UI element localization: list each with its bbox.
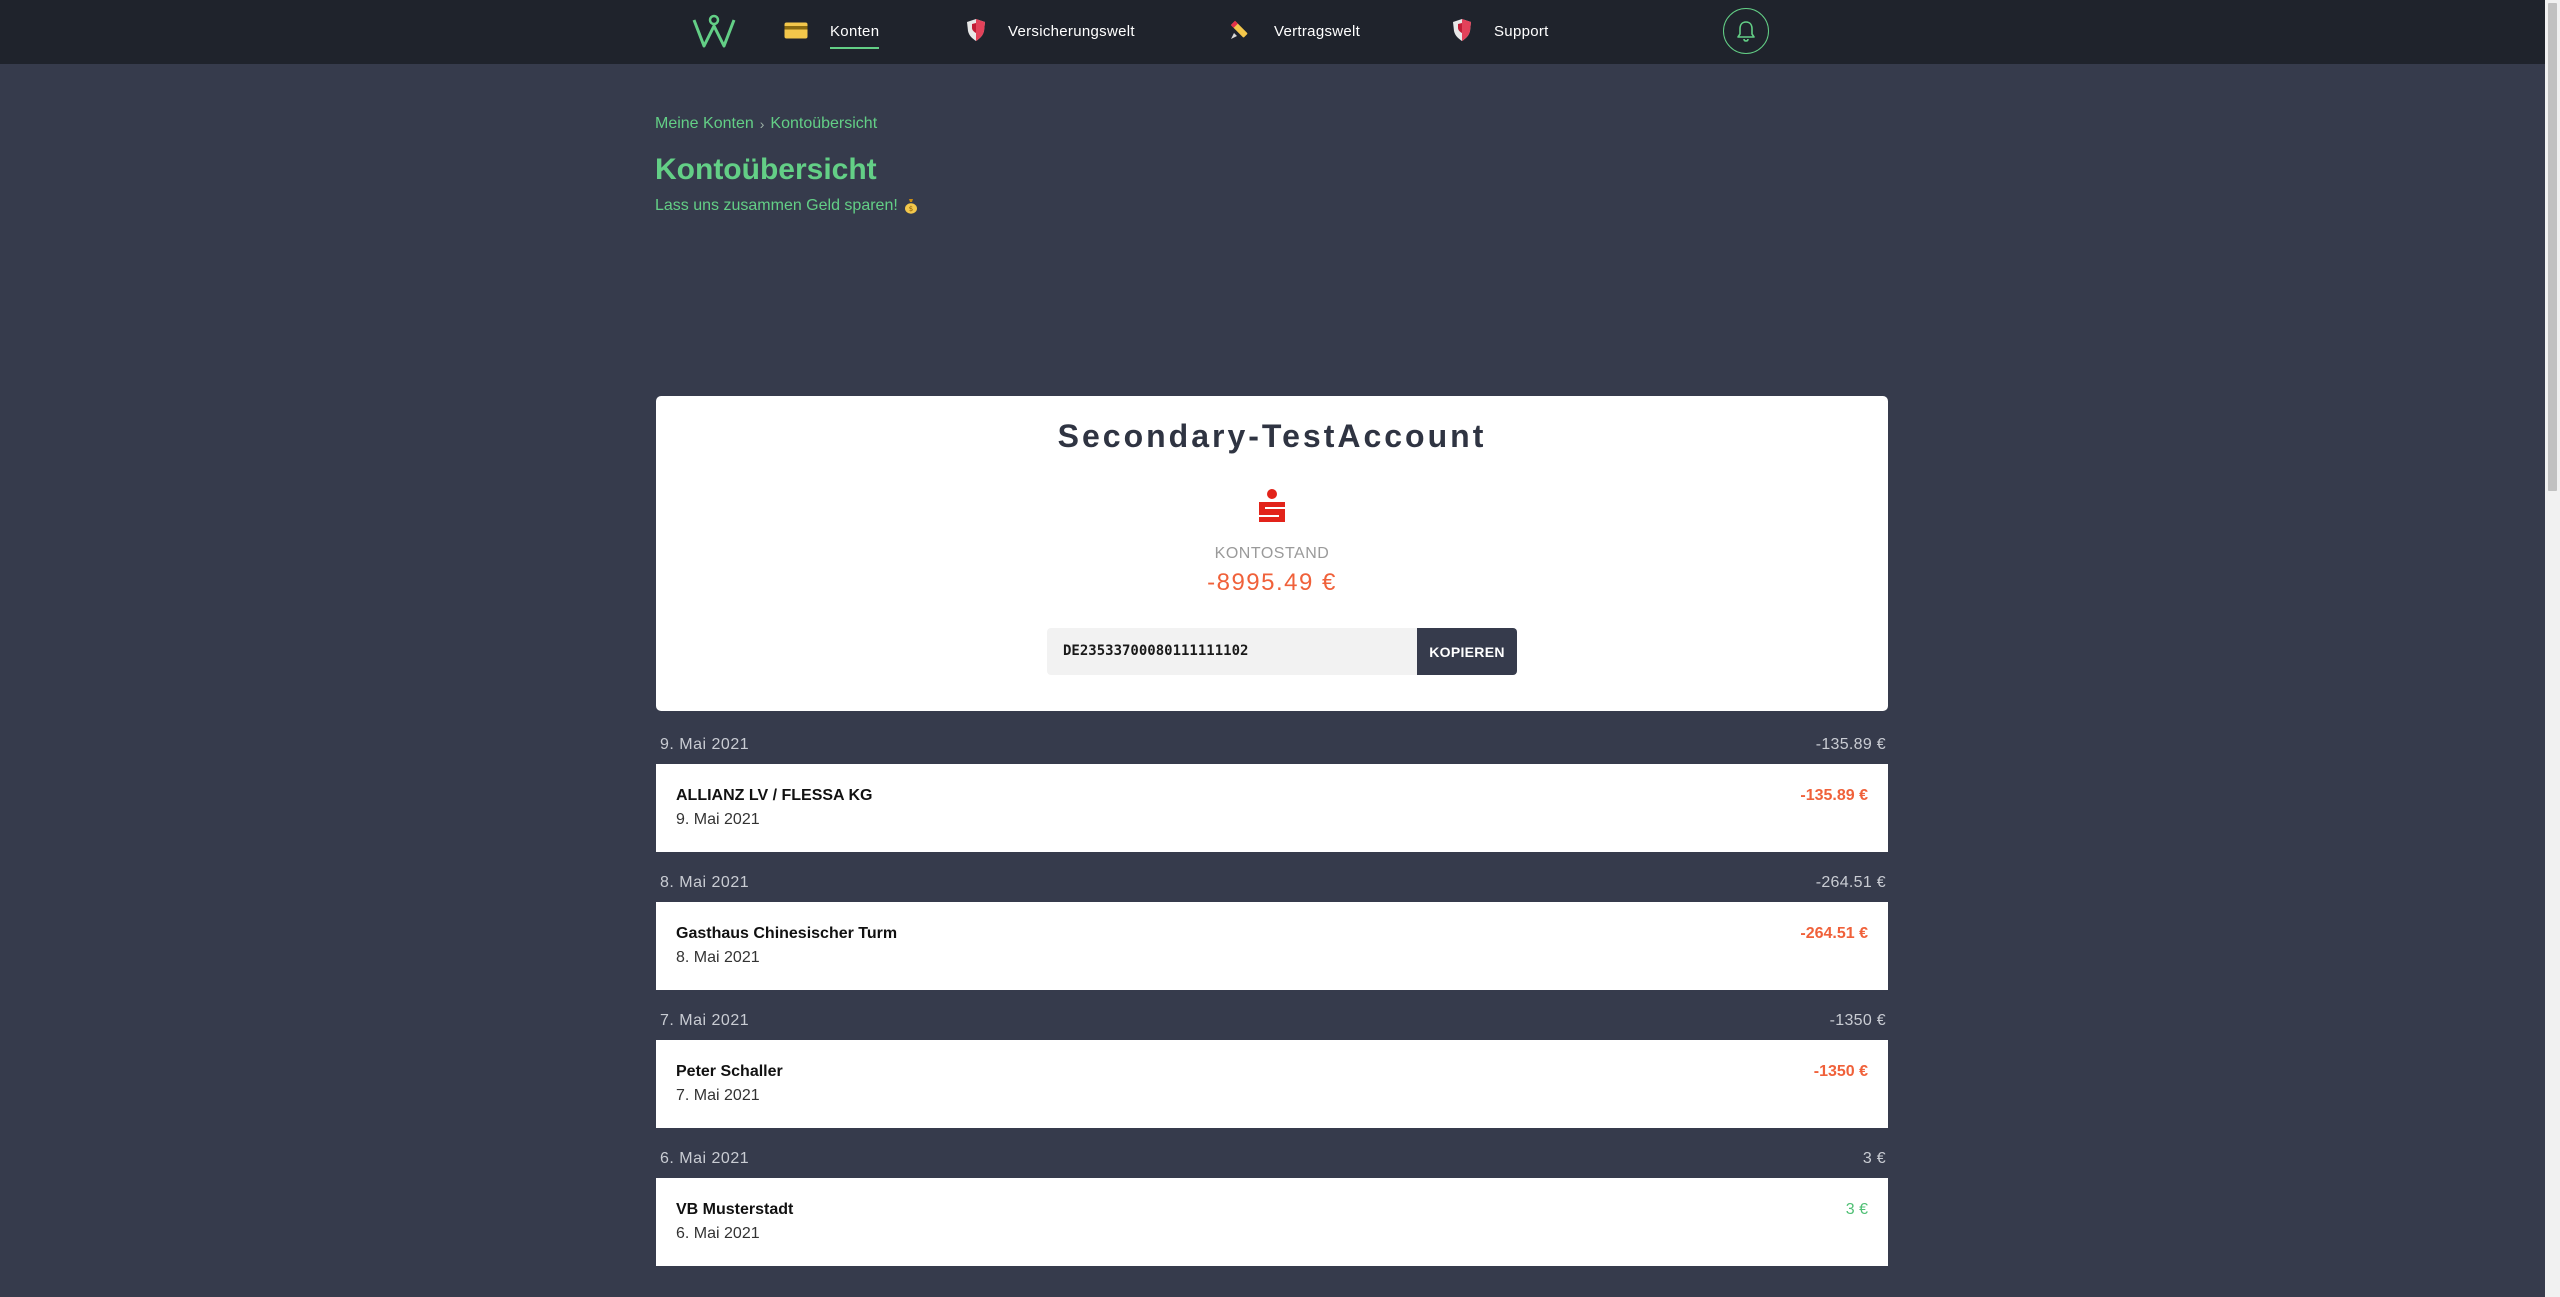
transaction-amount: -135.89 € — [1800, 787, 1868, 804]
balance-label: KONTOSTAND — [1214, 545, 1330, 562]
balance-value: -8995.49 € — [1207, 569, 1337, 596]
account-card: Secondary-TestAccount KONTOSTAND -8995.4… — [656, 396, 1888, 711]
copy-iban-button[interactable]: KOPIEREN — [1417, 628, 1517, 675]
transaction-date: 6. Mai 2021 — [676, 1225, 760, 1242]
transaction-name: Gasthaus Chinesischer Turm — [676, 925, 898, 942]
transaction-day-header: 6. Mai 2021 3 € — [656, 1146, 1888, 1176]
transaction-group: 8. Mai 2021 -264.51 € Gasthaus Chinesische… — [656, 870, 1888, 1008]
pen-icon — [1228, 18, 1252, 46]
nav-item-support[interactable]: Support — [1452, 0, 1549, 64]
transaction-row[interactable]: ALLIANZ LV / FLESSA KG 9. Mai 2021 -135.89… — [656, 764, 1888, 852]
transaction-day-header: 7. Mai 2021 -1350 € — [656, 1008, 1888, 1038]
shield-icon — [966, 18, 986, 46]
money-bag-icon: $ — [904, 199, 917, 214]
breadcrumb-kontouebersicht[interactable]: Kontoübersicht — [770, 115, 877, 133]
page-scrollbar-thumb[interactable] — [2548, 3, 2557, 491]
nav-label-konten: Konten — [830, 23, 880, 49]
chevron-right-icon: › — [759, 116, 765, 132]
transaction-day-header: 8. Mai 2021 -264.51 € — [656, 870, 1888, 900]
transaction-group: 9. Mai 2021 -135.89 € ALLIANZ LV / FLESSA … — [656, 732, 1888, 870]
nav-label-vertragswelt: Vertragswelt — [1274, 23, 1361, 40]
transaction-group: 6. Mai 2021 3 € VB Musterstadt 6. Mai 2021 3… — [656, 1146, 1888, 1284]
account-name: Secondary-TestAccount — [1057, 418, 1487, 454]
transaction-date: 9. Mai 2021 — [676, 811, 760, 828]
transaction-amount: -1350 € — [1813, 1063, 1868, 1080]
nav-label-versicherungswelt: Versicherungswelt — [1008, 23, 1135, 40]
nav-label-support: Support — [1494, 23, 1549, 40]
transaction-day-sum: -135.89 € — [1815, 736, 1886, 753]
top-navigation-bar: Konten Versicherungswelt Vertragswelt Su… — [0, 0, 2545, 64]
page-title: Kontoübersicht — [655, 153, 877, 186]
transaction-day-sum: -264.51 € — [1815, 874, 1886, 891]
transaction-day-sum: 3 € — [1862, 1150, 1886, 1167]
nav-item-konten[interactable]: Konten — [784, 0, 880, 64]
svg-text:$: $ — [909, 205, 913, 213]
breadcrumb-meine-konten[interactable]: Meine Konten — [655, 115, 754, 133]
transaction-name: VB Musterstadt — [676, 1201, 794, 1218]
nav-item-vertragswelt[interactable]: Vertragswelt — [1228, 0, 1360, 64]
transaction-day-date: 9. Mai 2021 — [660, 736, 750, 753]
transaction-name: Peter Schaller — [676, 1063, 783, 1080]
transaction-day-date: 8. Mai 2021 — [660, 874, 750, 891]
transaction-amount: -264.51 € — [1800, 925, 1868, 942]
sparkasse-logo-icon — [1259, 489, 1285, 522]
notifications-button[interactable] — [1723, 8, 1769, 54]
transaction-day-date: 6. Mai 2021 — [660, 1150, 750, 1167]
transaction-row[interactable]: Gasthaus Chinesischer Turm 8. Mai 2021 -26… — [656, 902, 1888, 990]
bell-icon — [1737, 21, 1755, 42]
breadcrumb: Meine Konten › Kontoübersicht — [655, 115, 877, 133]
transaction-row[interactable]: Peter Schaller 7. Mai 2021 -1350 € — [656, 1040, 1888, 1128]
page-subtitle: Lass uns zusammen Geld sparen! — [655, 197, 898, 214]
nav-item-versicherungswelt[interactable]: Versicherungswelt — [966, 0, 1135, 64]
page-subtitle-row: Lass uns zusammen Geld sparen! $ — [655, 197, 918, 215]
transaction-day-sum: -1350 € — [1829, 1012, 1886, 1029]
transaction-name: ALLIANZ LV / FLESSA KG — [676, 787, 873, 804]
iban-field[interactable]: DE23533700080111111102 — [1047, 628, 1417, 675]
transaction-date: 8. Mai 2021 — [676, 949, 760, 966]
transaction-row[interactable]: VB Musterstadt 6. Mai 2021 3 € — [656, 1178, 1888, 1266]
transaction-list: 9. Mai 2021 -135.89 € ALLIANZ LV / FLESSA … — [656, 732, 1888, 1284]
transaction-group: 7. Mai 2021 -1350 € Peter Schaller 7. Mai 2… — [656, 1008, 1888, 1146]
transaction-day-date: 7. Mai 2021 — [660, 1012, 750, 1029]
shield-icon — [1452, 18, 1472, 46]
credit-card-icon — [784, 22, 808, 43]
transaction-amount: 3 € — [1845, 1201, 1868, 1218]
transaction-day-header: 9. Mai 2021 -135.89 € — [656, 732, 1888, 762]
w-logo-icon[interactable] — [690, 12, 738, 52]
transaction-date: 7. Mai 2021 — [676, 1087, 760, 1104]
